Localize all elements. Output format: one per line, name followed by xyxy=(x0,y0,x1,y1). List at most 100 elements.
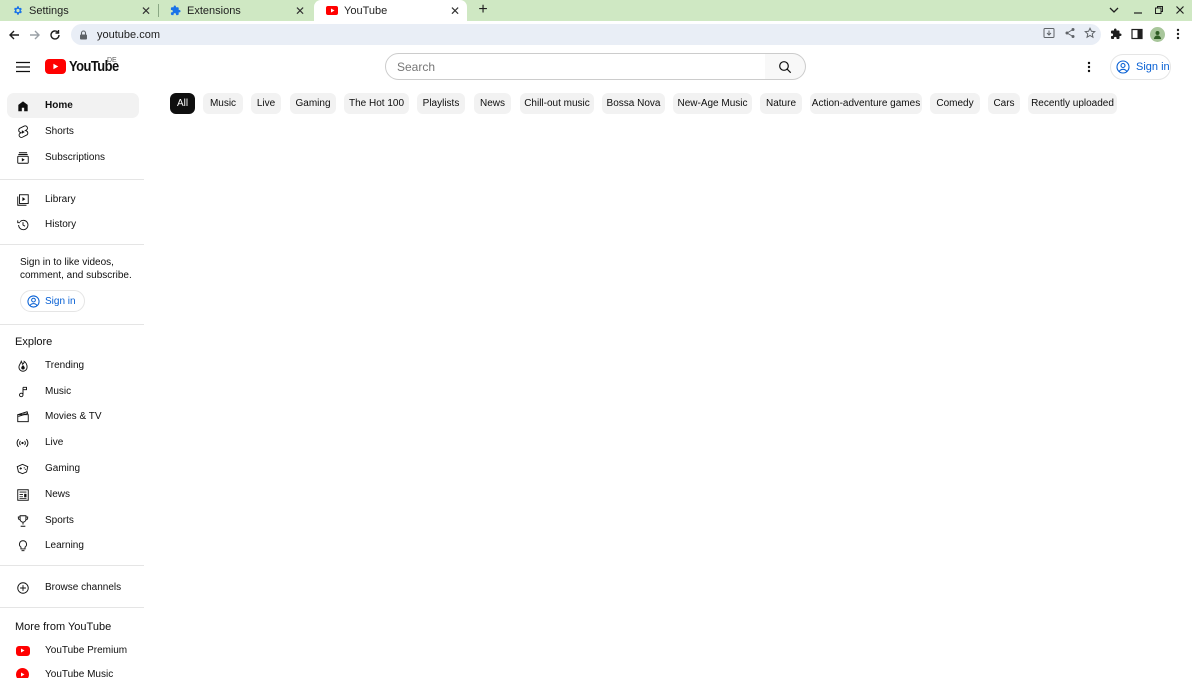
sidebar-item-news[interactable]: News xyxy=(7,482,139,507)
account-circle-icon xyxy=(1116,60,1130,74)
sidebar-item-movies-tv[interactable]: Movies & TV xyxy=(7,404,139,429)
sidebar-item-label: Trending xyxy=(45,360,85,371)
sign-in-label: Sign in xyxy=(1136,61,1170,73)
tab-extensions[interactable]: Extensions ✕ xyxy=(158,0,312,21)
chip-nature[interactable]: Nature xyxy=(760,93,802,114)
chip-comedy[interactable]: Comedy xyxy=(930,93,980,114)
sidebar-item-label: Live xyxy=(45,437,64,448)
sidebar-divider xyxy=(0,607,144,608)
sidebar-item-label: Movies & TV xyxy=(45,411,102,422)
extensions-puzzle-icon[interactable] xyxy=(1107,25,1125,43)
close-tab-icon[interactable]: ✕ xyxy=(447,4,463,18)
sidebar-item-subscriptions[interactable]: Subscriptions xyxy=(7,145,139,170)
chip-cars[interactable]: Cars xyxy=(988,93,1020,114)
sidebar-item-youtube-music[interactable]: YouTube Music xyxy=(7,662,139,678)
profile-avatar[interactable] xyxy=(1148,25,1166,43)
close-tab-icon[interactable]: ✕ xyxy=(138,4,154,18)
close-tab-icon[interactable]: ✕ xyxy=(292,4,308,18)
add-circle-icon xyxy=(15,580,30,595)
reload-icon[interactable] xyxy=(46,26,63,43)
youtube-masthead: YouTube DE Sign in xyxy=(0,48,1192,86)
chip-music[interactable]: Music xyxy=(203,93,243,114)
sidebar-item-live[interactable]: Live xyxy=(7,430,139,455)
sidebar-item-label: News xyxy=(45,489,71,500)
install-app-icon[interactable] xyxy=(1042,26,1056,40)
sidebar-item-music[interactable]: Music xyxy=(7,379,139,404)
chip-news[interactable]: News xyxy=(474,93,511,114)
sign-in-prompt: Sign in to like videos, comment, and sub… xyxy=(20,257,132,281)
sidebar-item-label: YouTube Music xyxy=(45,669,114,678)
shorts-icon xyxy=(15,124,30,139)
sidebar-item-home[interactable]: Home xyxy=(7,93,139,118)
tab-search-icon[interactable] xyxy=(1106,2,1122,18)
menu-hamburger-icon[interactable] xyxy=(15,59,31,75)
share-icon[interactable] xyxy=(1063,26,1077,40)
tab-youtube[interactable]: YouTube ✕ xyxy=(314,0,467,21)
side-panel-icon[interactable] xyxy=(1128,25,1146,43)
sidebar-item-label: Home xyxy=(45,100,73,111)
sidebar-item-label: Browse channels xyxy=(45,582,122,593)
sidebar-item-label: History xyxy=(45,219,77,230)
sidebar-item-youtube-premium[interactable]: YouTube Premium xyxy=(7,638,139,663)
more-from-youtube-heading: More from YouTube xyxy=(15,621,112,633)
avatar-icon xyxy=(1149,26,1165,42)
search-button[interactable] xyxy=(765,53,806,80)
learning-icon xyxy=(15,538,30,553)
sidebar-item-sports[interactable]: Sports xyxy=(7,508,139,533)
chip-live[interactable]: Live xyxy=(251,93,281,114)
tab-title: Settings xyxy=(29,4,69,17)
forward-icon[interactable] xyxy=(26,26,43,43)
minimize-icon[interactable] xyxy=(1130,2,1146,18)
close-window-icon[interactable] xyxy=(1172,2,1188,18)
chip-recently-uploaded[interactable]: Recently uploaded xyxy=(1028,93,1117,114)
chip-chill-out-music[interactable]: Chill-out music xyxy=(520,93,594,114)
sidebar-sign-in-button[interactable]: Sign in xyxy=(20,290,85,312)
sidebar-item-label: Shorts xyxy=(45,126,74,137)
trending-icon xyxy=(15,358,30,373)
tab-settings[interactable]: Settings ✕ xyxy=(0,0,158,21)
chip-bossa-nova[interactable]: Bossa Nova xyxy=(602,93,665,114)
subscriptions-icon xyxy=(15,150,30,165)
search-box[interactable] xyxy=(385,53,766,80)
sports-icon xyxy=(15,513,30,528)
chip-new-age-music[interactable]: New-Age Music xyxy=(673,93,752,114)
sidebar-item-library[interactable]: Library xyxy=(7,187,139,212)
account-circle-icon xyxy=(27,294,40,308)
settings-more-icon[interactable] xyxy=(1081,59,1097,75)
back-icon[interactable] xyxy=(5,26,22,43)
youtube-icon xyxy=(326,6,338,15)
lock-icon[interactable] xyxy=(79,29,89,40)
sidebar-item-history[interactable]: History xyxy=(7,212,139,237)
sidebar-item-shorts[interactable]: Shorts xyxy=(7,119,139,144)
new-tab-button[interactable]: + xyxy=(474,1,492,19)
chip-the-hot-100[interactable]: The Hot 100 xyxy=(344,93,409,114)
chip-gaming[interactable]: Gaming xyxy=(290,93,336,114)
browser-toolbar: youtube.com xyxy=(0,21,1192,48)
sidebar-divider xyxy=(0,324,144,325)
sidebar-item-trending[interactable]: Trending xyxy=(7,353,139,378)
sidebar-item-label: Learning xyxy=(45,540,84,551)
search-input[interactable] xyxy=(397,59,765,74)
browser-menu-icon[interactable] xyxy=(1169,25,1187,43)
sidebar-item-label: Sports xyxy=(45,515,74,526)
bookmark-star-icon[interactable] xyxy=(1083,26,1097,40)
restore-icon[interactable] xyxy=(1151,2,1167,18)
sidebar-item-learning[interactable]: Learning xyxy=(7,533,139,558)
sidebar-item-gaming[interactable]: Gaming xyxy=(7,456,139,481)
music-icon xyxy=(15,384,30,399)
sidebar-item-browse-channels[interactable]: Browse channels xyxy=(7,575,139,600)
chip-action-adventure-games[interactable]: Action-adventure games xyxy=(810,93,922,114)
search-icon xyxy=(778,60,792,74)
tab-title: YouTube xyxy=(344,4,388,17)
youtube-music-icon xyxy=(15,667,30,678)
sign-in-button[interactable]: Sign in xyxy=(1110,54,1171,80)
explore-heading: Explore xyxy=(15,336,53,348)
tab-title: Extensions xyxy=(187,4,241,17)
sidebar-item-label: YouTube Premium xyxy=(45,645,128,656)
guide-sidebar: Home Shorts Subscriptions Library Histor… xyxy=(0,86,144,678)
sidebar-divider xyxy=(0,244,144,245)
address-bar[interactable]: youtube.com xyxy=(71,24,1101,45)
sidebar-item-label: Subscriptions xyxy=(45,152,106,163)
chip-playlists[interactable]: Playlists xyxy=(417,93,465,114)
chip-all[interactable]: All xyxy=(170,93,195,114)
